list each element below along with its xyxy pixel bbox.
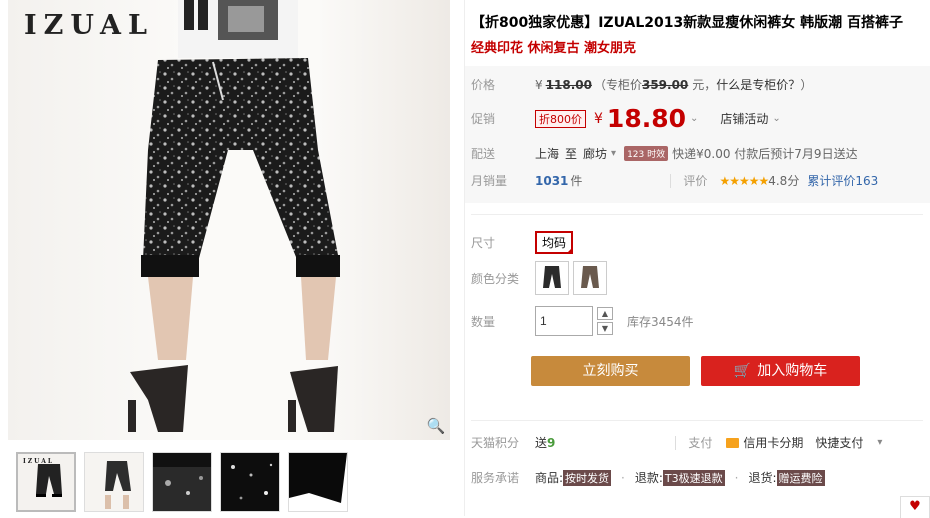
promo-label: 促销	[471, 112, 496, 126]
quantity-input[interactable]	[535, 306, 593, 336]
service-goods: 商品:	[535, 471, 564, 485]
monthly-sales-label: 月销量	[471, 174, 508, 188]
divider	[675, 435, 677, 450]
add-to-cart-label: 加入购物车	[757, 363, 828, 379]
service-label: 服务承诺	[471, 471, 520, 485]
product-subtitle: 经典印花 休闲复古 潮女朋克	[471, 41, 637, 56]
service-refund: 退款:	[634, 471, 663, 485]
points-value: 9	[547, 435, 556, 450]
counter-prefix: （专柜价	[593, 78, 642, 92]
price-row: 价格 ¥ 118.00 （专柜价 359.00 元， 什么是专柜价？ ）	[471, 76, 812, 93]
quantity-label: 数量	[471, 314, 496, 329]
size-label: 尺寸	[471, 236, 496, 250]
sales-row: 月销量 1031 件 评价 ★★★★★ 4.8分 累计评价163	[471, 172, 878, 189]
increase-icon[interactable]: ▲	[597, 307, 613, 320]
color-swatch-black[interactable]	[535, 261, 569, 295]
quantity-stepper: ▲ ▼	[597, 307, 613, 335]
service-return: 退货:	[748, 471, 777, 485]
main-product-image[interactable]: IZUAL 🔍	[8, 0, 450, 440]
original-currency: ¥	[535, 77, 543, 92]
zoom-icon[interactable]: 🔍	[426, 416, 446, 436]
section-divider	[471, 420, 923, 421]
rating-score: 4.8分	[768, 174, 800, 188]
product-info-panel: 【折800独家优惠】IZUAL2013新款显瘦休闲裤女 韩版潮 百搭裤子 经典印…	[464, 0, 930, 516]
monthly-sales-count: 1031	[535, 173, 569, 188]
chevron-down-icon[interactable]: ⌄	[690, 113, 698, 124]
rating-stars-icon: ★★★★★	[719, 173, 769, 188]
buy-now-button[interactable]: 立刻购买	[531, 356, 690, 386]
original-price: 118.00	[545, 77, 592, 92]
size-row: 尺寸 均码	[471, 231, 574, 254]
color-label: 颜色分类	[471, 271, 520, 286]
service-refund-tag: T3极速退款	[662, 469, 725, 486]
stock-text: 库存3454件	[627, 314, 694, 329]
thumbnail-strip: IZUAL	[16, 452, 348, 512]
credit-installment[interactable]: 信用卡分期	[743, 434, 803, 451]
shipping-row: 配送 上海 至 廊坊 ▾ 123 时效 快递¥0.00 付款后预计7月9日送达	[471, 145, 858, 162]
quick-pay[interactable]: 快捷支付	[815, 434, 863, 451]
service-row: 服务承诺 商品: 按时发货 · 退款: T3极速退款 · 退货: 赠运费险	[471, 469, 825, 486]
thumbnail-brand: IZUAL	[23, 458, 55, 465]
color-swatch-image	[543, 266, 561, 288]
thumbnail-3[interactable]	[152, 452, 212, 512]
favorite-heart-icon[interactable]: ♥	[900, 496, 930, 518]
price-label: 价格	[471, 78, 496, 92]
ship-to-word: 至	[565, 147, 578, 161]
service-goods-tag: 按时发货	[563, 469, 612, 486]
service-return-tag: 赠运费险	[776, 469, 825, 486]
monthly-sales-unit: 件	[570, 174, 583, 188]
chevron-down-icon[interactable]: ▾	[877, 437, 882, 448]
promo-tag: 折800价	[535, 109, 586, 128]
promo-row: 促销 折800价 ¥ 18.80 ⌄ 店铺活动 ⌄	[471, 104, 781, 133]
thumbnail-5[interactable]	[288, 452, 348, 512]
color-swatch-image	[581, 266, 599, 288]
chevron-down-icon[interactable]: ⌄	[772, 113, 780, 124]
counter-suffix: 元，	[692, 78, 717, 92]
pants-model-illustration	[128, 0, 340, 432]
cart-icon: 🛒	[733, 363, 752, 379]
review-label: 评价	[683, 174, 708, 188]
decrease-icon[interactable]: ▼	[597, 322, 613, 335]
credit-card-icon	[726, 437, 740, 448]
store-activity-link[interactable]: 店铺活动	[720, 110, 768, 127]
product-gallery: IZUAL 🔍 IZUAL	[0, 0, 452, 516]
add-to-cart-button[interactable]: 🛒 加入购物车	[701, 356, 860, 386]
color-swatch-brown[interactable]	[573, 261, 607, 295]
ship-to-city[interactable]: 廊坊	[583, 145, 607, 162]
divider	[670, 173, 672, 188]
thumbnail-image	[153, 453, 211, 511]
thumbnail-1[interactable]: IZUAL	[16, 452, 76, 512]
review-count-link[interactable]: 累计评价163	[807, 172, 878, 189]
thumbnail-4[interactable]	[220, 452, 280, 512]
payment-label: 支付	[688, 436, 713, 450]
fast-delivery-tag: 123 时效	[624, 146, 669, 161]
ship-from: 上海	[535, 147, 560, 161]
promo-price: 18.80	[606, 104, 686, 133]
caret-down-icon[interactable]: ▾	[611, 148, 616, 159]
brand-logo: IZUAL	[24, 10, 154, 41]
bullet-icon: ·	[734, 470, 739, 485]
thumbnail-image	[221, 453, 279, 511]
counter-close: ）	[800, 78, 813, 92]
quantity-row: 数量 ▲ ▼ 库存3454件	[471, 306, 694, 336]
color-row: 颜色分类	[471, 261, 611, 295]
section-divider	[471, 214, 923, 215]
points-label: 天猫积分	[471, 436, 520, 450]
counter-price: 359.00	[641, 77, 689, 92]
bullet-icon: ·	[621, 470, 625, 485]
shipping-text: 快递¥0.00 付款后预计7月9日送达	[672, 147, 858, 161]
points-row: 天猫积分 送 9 支付 信用卡分期 快捷支付 ▾	[471, 434, 882, 451]
thumbnail-image	[85, 453, 143, 511]
points-give: 送	[535, 436, 548, 450]
thumbnail-image	[289, 453, 347, 511]
thumbnail-2[interactable]	[84, 452, 144, 512]
product-title[interactable]: 【折800独家优惠】IZUAL2013新款显瘦休闲裤女 韩版潮 百搭裤子	[471, 12, 926, 34]
size-option-selected[interactable]: 均码	[535, 231, 574, 254]
counter-price-link[interactable]: 什么是专柜价？	[716, 76, 800, 93]
shipping-label: 配送	[471, 147, 496, 161]
promo-currency: ¥	[594, 110, 603, 127]
